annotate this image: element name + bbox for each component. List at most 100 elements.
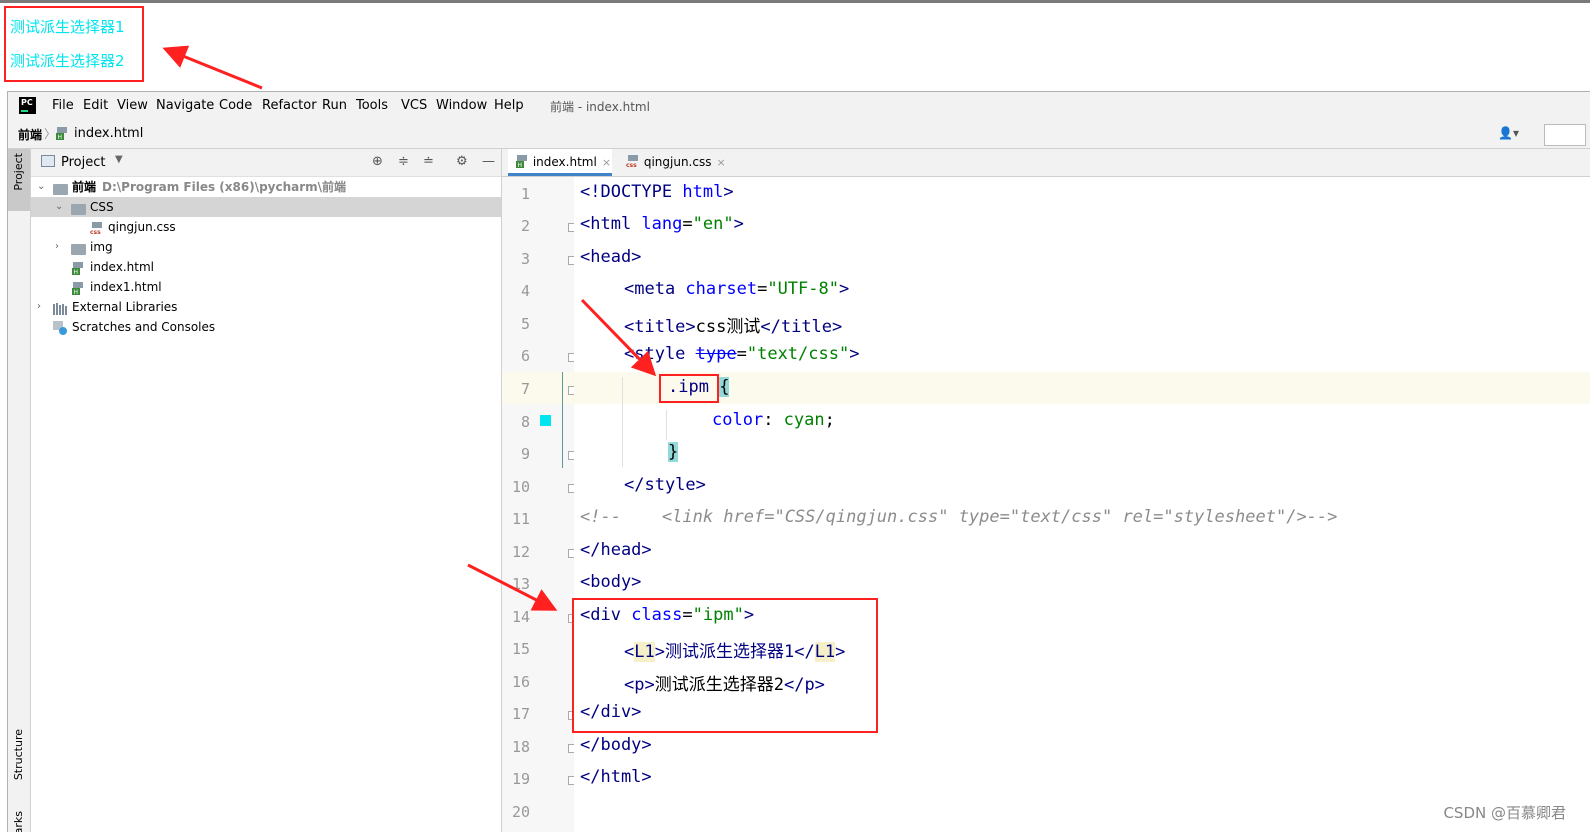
line-number: 15	[511, 640, 530, 658]
line-number: 6	[520, 347, 530, 365]
editor-gutter: 1 2 3 4 5 6 7 8 9 10 11 12 13 14 15 16 1…	[502, 177, 577, 832]
chevron-down-icon[interactable]: ⌄	[37, 177, 45, 197]
indent-guide	[622, 377, 623, 467]
tree-item-label: External Libraries	[72, 300, 178, 314]
tree-item-css-folder[interactable]: ⌄ CSS	[31, 197, 501, 217]
menu-edit[interactable]: Edit	[83, 98, 108, 113]
tree-item-scratches[interactable]: Scratches and Consoles	[31, 317, 501, 337]
line-number: 8	[520, 413, 530, 431]
code-line-4: <meta charset="UTF-8">	[624, 279, 850, 299]
color-swatch-icon[interactable]	[540, 415, 551, 426]
css-file-icon: css	[626, 155, 644, 169]
editor-tabs: H index.html × css qingjun.css ×	[502, 149, 1590, 177]
selector-highlight-box	[659, 374, 719, 403]
code-line-2: <html lang="en">	[580, 214, 744, 234]
line-number: 10	[511, 478, 530, 496]
line-number: 5	[520, 315, 530, 333]
tab-index-html[interactable]: H index.html ×	[508, 149, 612, 176]
code-text-area[interactable]: <!DOCTYPE html> <html lang="en"> <head> …	[574, 177, 1590, 832]
browser-preview-highlight-box: 测试派生选择器1 测试派生选择器2	[4, 6, 144, 82]
change-marker	[562, 372, 563, 468]
code-line-13: <body>	[580, 572, 642, 592]
tree-item-index-html[interactable]: H index.html	[31, 257, 501, 277]
search-everywhere-button[interactable]	[1544, 124, 1586, 146]
project-panel: Project ▼ ⊕ ≑ ≐ ⚙ — ⌄ 前端 D:\Program Files…	[31, 149, 502, 832]
breadcrumb-root[interactable]: 前端	[18, 126, 42, 143]
line-number: 18	[511, 738, 530, 756]
line-number: 16	[511, 673, 530, 691]
project-panel-header: Project ▼ ⊕ ≑ ≐ ⚙ —	[31, 149, 501, 177]
menu-refactor[interactable]: Refactor	[262, 98, 317, 113]
line-number: 20	[511, 803, 530, 821]
preview-line-2: 测试派生选择器2	[10, 52, 125, 70]
navigation-bar: 前端 〉 H index.html 👤▾	[8, 120, 1590, 149]
line-number: 17	[511, 705, 530, 723]
tree-item-label: img	[90, 240, 113, 254]
menu-navigate[interactable]: Navigate	[156, 98, 214, 113]
collapse-all-icon[interactable]: ≐	[423, 154, 434, 169]
tree-item-label: qingjun.css	[108, 220, 176, 234]
tree-item-label: Scratches and Consoles	[72, 320, 216, 334]
menu-vcs[interactable]: VCS	[401, 98, 427, 113]
svg-text:H: H	[518, 162, 523, 168]
chevron-right-icon[interactable]: ›	[55, 237, 59, 257]
menu-view[interactable]: View	[117, 98, 148, 113]
line-number: 11	[511, 510, 530, 528]
code-line-11: <!-- <link href="CSS/qingjun.css" type="…	[580, 507, 1338, 527]
tree-item-external-libraries[interactable]: › External Libraries	[31, 297, 501, 317]
tree-item-root[interactable]: ⌄ 前端 D:\Program Files (x86)\pycharm\前端	[31, 177, 501, 197]
tree-item-label: 前端 D:\Program Files (x86)\pycharm\前端	[72, 180, 347, 194]
svg-text:css: css	[626, 162, 637, 168]
svg-text:H: H	[58, 134, 63, 140]
tab-label: index.html	[532, 155, 597, 169]
line-number: 9	[520, 445, 530, 463]
code-line-5: <title>css测试</title>	[624, 317, 843, 337]
div-block-highlight-box	[572, 598, 878, 733]
svg-text:css: css	[90, 229, 101, 235]
project-tab-label: Project	[12, 153, 25, 191]
tab-qingjun-css[interactable]: css qingjun.css ×	[620, 149, 726, 176]
expand-all-icon[interactable]: ≑	[398, 154, 409, 169]
tree-item-label: CSS	[90, 200, 114, 214]
menu-help[interactable]: Help	[494, 98, 524, 113]
html-file-icon: H	[56, 127, 69, 144]
line-number: 13	[511, 575, 530, 593]
hide-panel-icon[interactable]: —	[482, 154, 495, 169]
code-line-18: </body>	[580, 735, 652, 755]
bookmarks-tab-label[interactable]: Bookmarks	[12, 811, 25, 832]
pycharm-logo-icon: PC	[19, 97, 36, 114]
line-number: 2	[520, 217, 530, 235]
close-icon[interactable]: ×	[716, 156, 725, 169]
structure-tab-label[interactable]: Structure	[12, 729, 25, 780]
tree-item-qingjun-css[interactable]: css qingjun.css	[31, 217, 501, 237]
line-number: 1	[520, 185, 530, 203]
code-line-9: }	[668, 442, 679, 462]
tree-item-label: index.html	[90, 260, 154, 274]
project-view-icon	[41, 155, 55, 167]
code-line-3: <head>	[580, 247, 642, 267]
watermark: CSDN @百慕卿君	[1443, 804, 1566, 822]
code-line-6: <style type="text/css">	[624, 344, 860, 364]
breadcrumb-file[interactable]: index.html	[74, 126, 143, 141]
project-panel-title[interactable]: Project	[61, 155, 105, 170]
tree-item-index1-html[interactable]: H index1.html	[31, 277, 501, 297]
left-tool-stripe: Project Structure Bookmarks	[8, 149, 31, 832]
chevron-down-icon[interactable]: ⌄	[55, 197, 63, 217]
close-icon[interactable]: ×	[602, 156, 611, 169]
project-tool-tab[interactable]: Project	[8, 149, 30, 211]
menu-tools[interactable]: Tools	[356, 98, 388, 113]
locate-icon[interactable]: ⊕	[372, 154, 383, 169]
top-divider	[0, 0, 1590, 3]
menu-window[interactable]: Window	[436, 98, 487, 113]
gear-icon[interactable]: ⚙	[456, 154, 468, 169]
user-dropdown-icon[interactable]: 👤▾	[1498, 126, 1519, 140]
menu-file[interactable]: File	[52, 98, 74, 113]
tree-item-img-folder[interactable]: › img	[31, 237, 501, 257]
menu-code[interactable]: Code	[219, 98, 252, 113]
line-number: 19	[511, 770, 530, 788]
chevron-down-icon[interactable]: ▼	[115, 154, 123, 165]
menu-run[interactable]: Run	[322, 98, 347, 113]
arrow-to-preview	[162, 45, 263, 90]
chevron-right-icon[interactable]: ›	[37, 297, 41, 317]
code-line-8: color: cyan;	[712, 410, 835, 430]
